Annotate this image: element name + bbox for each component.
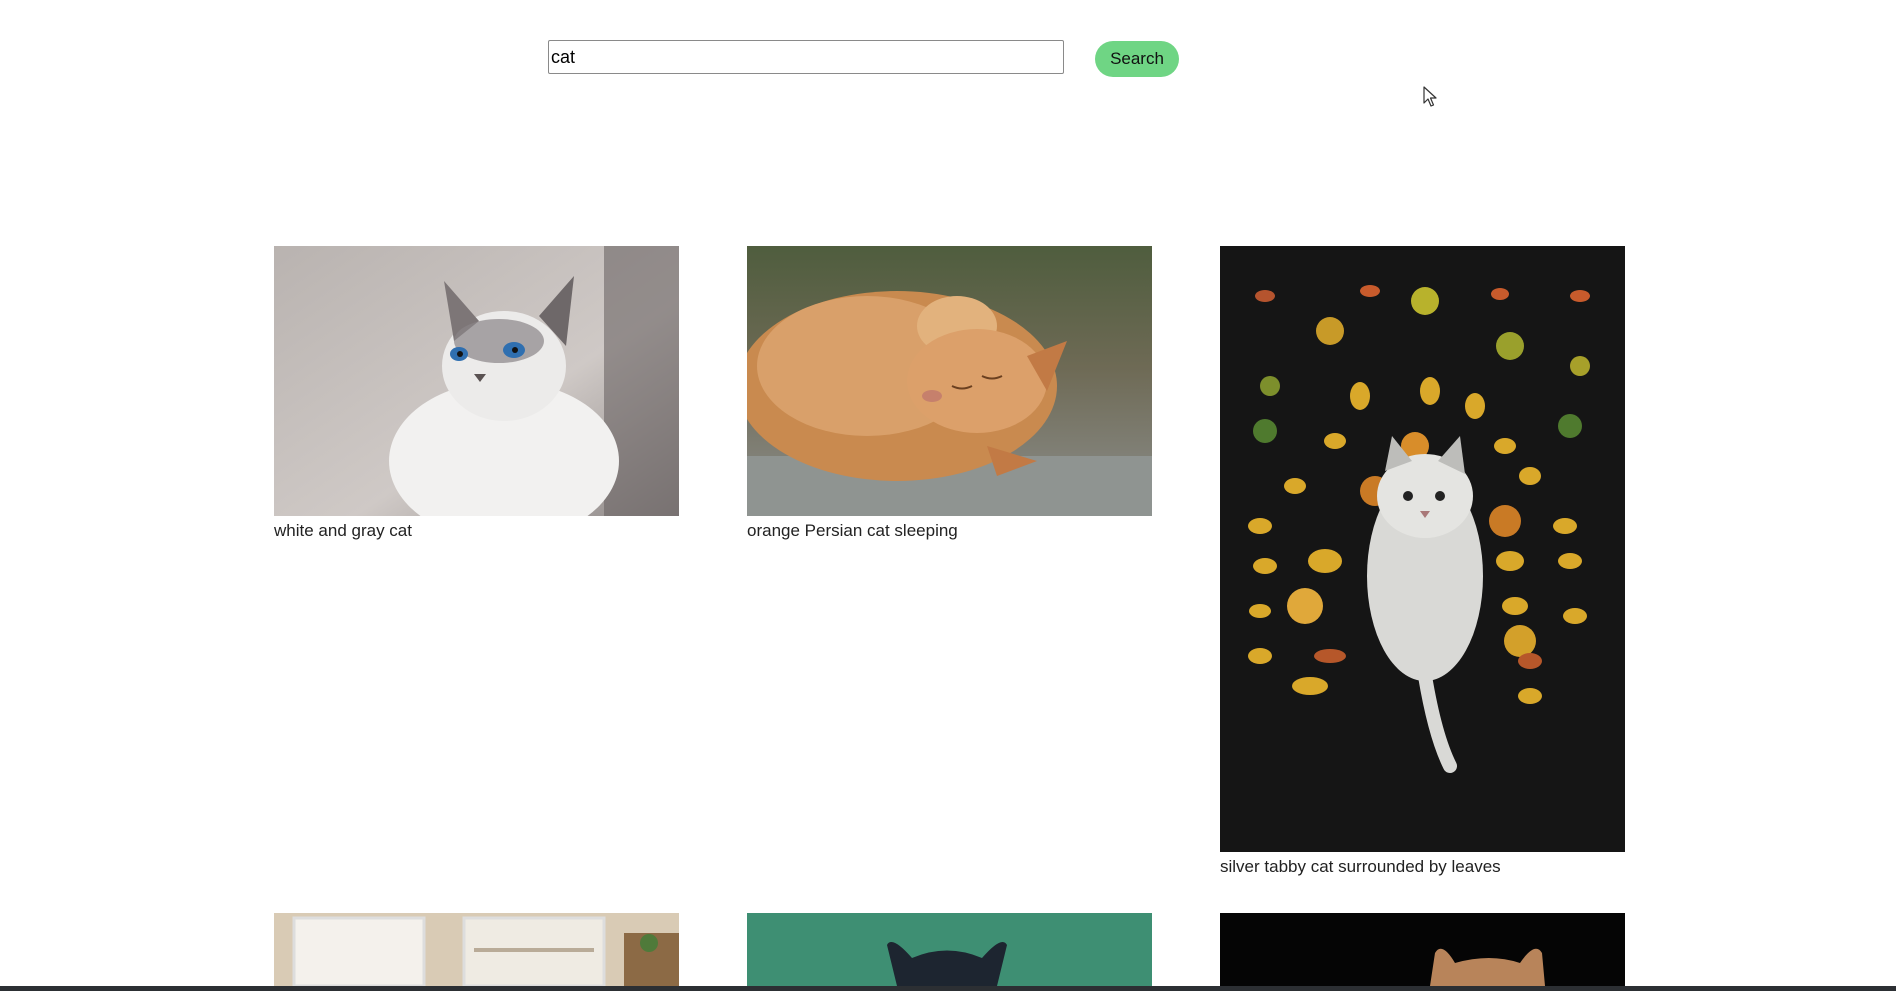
result-caption: white and gray cat — [274, 521, 412, 540]
cat-photo[interactable] — [747, 246, 1152, 516]
taskbar-edge — [0, 986, 1896, 991]
cat-photo[interactable] — [747, 913, 1152, 986]
result-card[interactable] — [274, 913, 679, 991]
cat-photo[interactable] — [274, 246, 679, 516]
cat-photo[interactable] — [1220, 913, 1625, 986]
result-card[interactable] — [747, 913, 1152, 991]
result-caption: orange Persian cat sleeping — [747, 521, 958, 540]
result-card[interactable]: silver tabby cat surrounded by leaves — [1220, 246, 1625, 877]
result-card[interactable]: white and gray cat — [274, 246, 679, 541]
cat-photo[interactable] — [274, 913, 679, 986]
cat-photo[interactable] — [1220, 246, 1625, 852]
result-caption: silver tabby cat surrounded by leaves — [1220, 857, 1501, 876]
search-input[interactable] — [548, 40, 1064, 74]
result-card[interactable] — [1220, 913, 1625, 991]
mouse-cursor-icon — [1423, 86, 1437, 107]
search-button[interactable]: Search — [1095, 41, 1179, 77]
result-card[interactable]: orange Persian cat sleeping — [747, 246, 1152, 541]
